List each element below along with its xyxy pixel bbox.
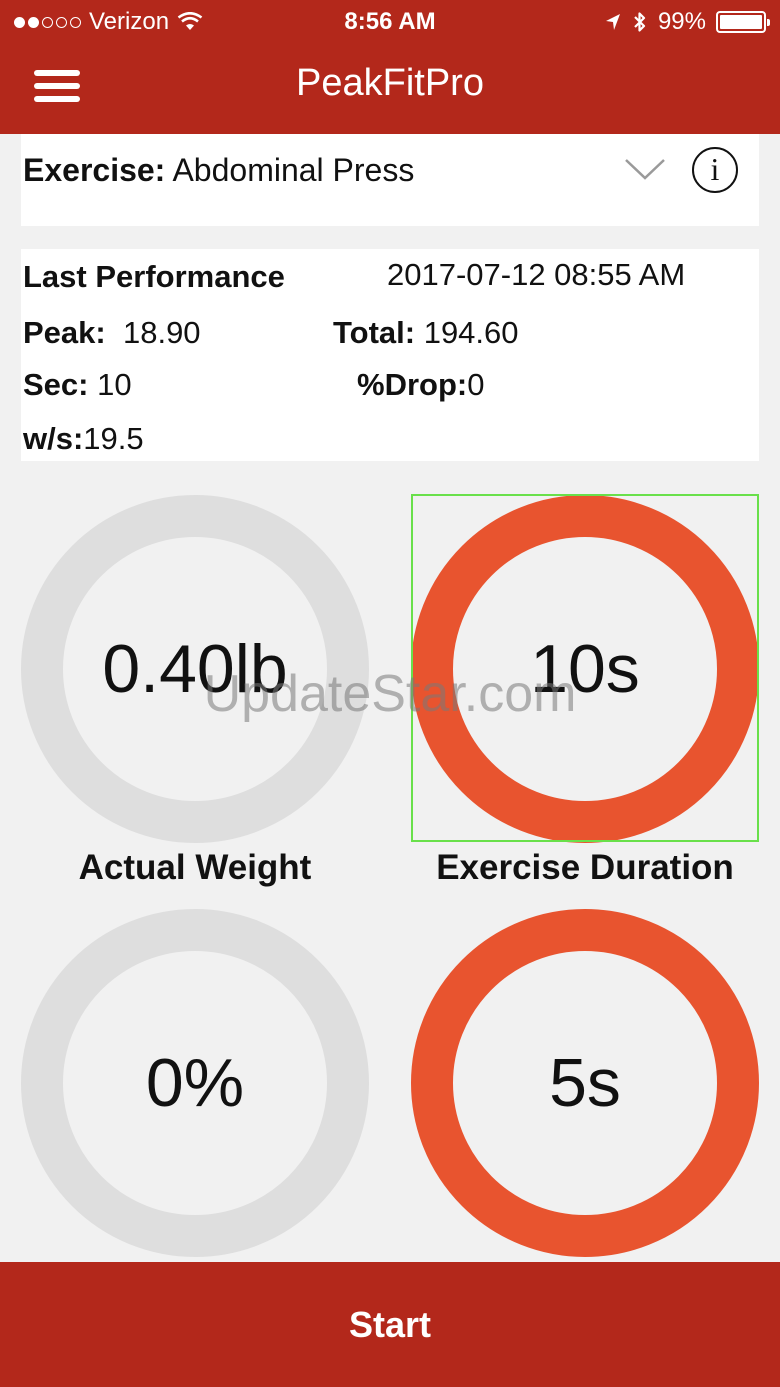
percent-value: 0% [145,1045,245,1121]
app: Verizon 8:56 AM 99% PeakFitPro Exercise:… [0,0,780,1387]
actual-weight-value: 0.40lb [102,631,288,707]
exercise-label: Exercise: [23,152,166,188]
peak-stat: Peak: 18.90 [23,315,201,351]
countdown-dial[interactable]: 5s [411,909,759,1257]
ws-label: w/s: [23,421,84,456]
exercise-duration-value: 10s [530,631,640,707]
battery-fill [720,15,762,29]
status-right: 99% [604,8,770,36]
last-performance-panel: Last Performance 2017-07-12 08:55 AM Pea… [21,249,759,461]
drop-label: %Drop: [357,367,468,402]
battery-icon [716,11,770,33]
sec-stat: Sec: 10 [23,367,132,403]
total-stat: Total: 194.60 [333,315,519,351]
chevron-down-icon[interactable] [623,154,667,184]
drop-value: 0 [467,367,485,402]
actual-weight-label: Actual Weight [78,848,312,887]
app-title: PeakFitPro [296,62,484,104]
percent-dial[interactable]: 0% [21,909,369,1257]
total-label: Total: [333,315,416,350]
last-performance-timestamp: 2017-07-12 08:55 AM [387,257,686,292]
app-header: Verizon 8:56 AM 99% PeakFitPro [0,0,780,134]
start-button-label: Start [348,1303,432,1345]
status-bar: Verizon 8:56 AM 99% [0,0,780,44]
actual-weight-dial[interactable]: 0.40lb [21,495,369,843]
total-value: 194.60 [423,315,519,350]
peak-label: Peak: [23,315,106,350]
info-icon[interactable]: i [692,147,738,193]
sec-value: 10 [97,367,132,402]
start-button[interactable]: Start [0,1262,780,1387]
battery-percent: 99% [657,8,706,35]
exercise-selector[interactable]: Exercise: Abdominal Press i [21,134,759,226]
bluetooth-icon [634,12,646,32]
exercise-value: Abdominal Press [172,152,415,188]
exercise-row: Exercise: Abdominal Press [23,152,414,189]
countdown-value: 5s [549,1045,621,1121]
ws-stat: w/s:19.5 [23,421,144,457]
drop-stat: %Drop:0 [357,367,484,403]
peak-value: 18.90 [122,315,201,350]
sec-label: Sec: [23,367,89,402]
location-arrow-icon [605,14,620,30]
ws-value: 19.5 [83,421,144,456]
last-performance-title: Last Performance [23,259,285,294]
exercise-duration-dial[interactable]: 10s [411,495,759,843]
exercise-duration-label: Exercise Duration [436,848,734,887]
